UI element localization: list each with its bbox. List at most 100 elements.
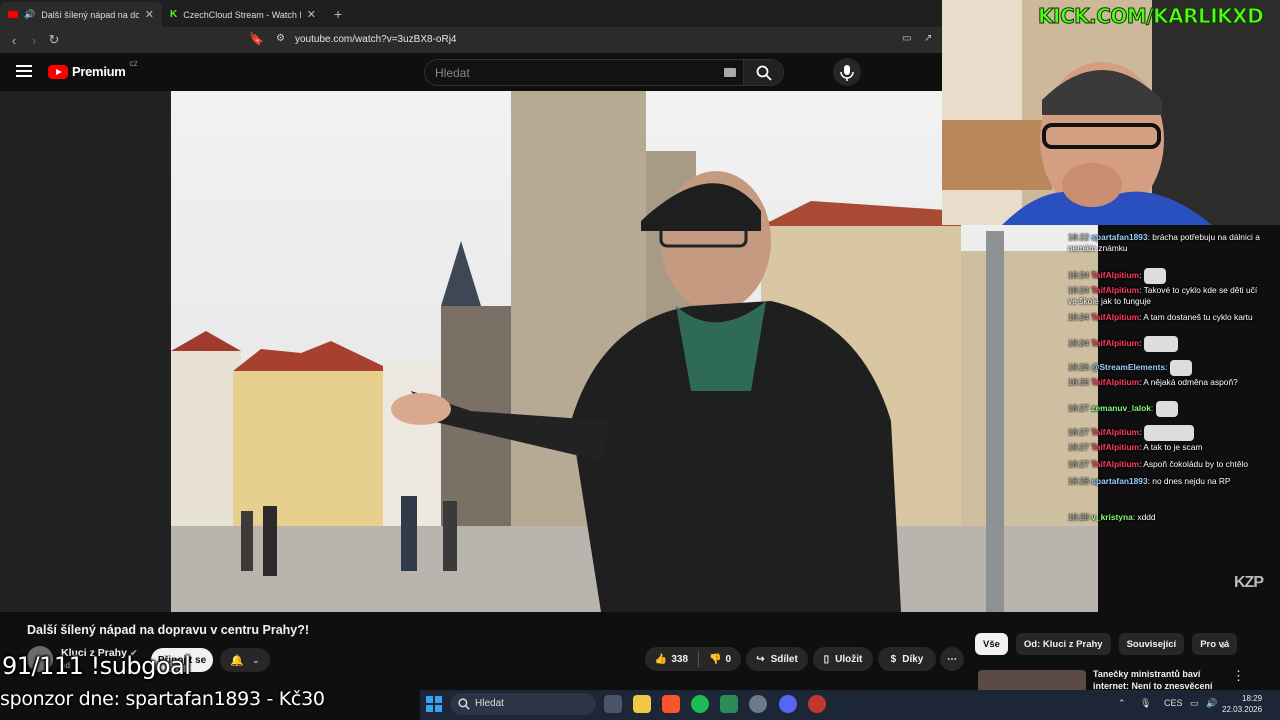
keyboard-icon[interactable] [724,68,736,77]
back-icon[interactable]: ‹ [4,33,24,48]
file-explorer-icon[interactable] [633,695,651,713]
thanks-icon: $ [890,653,897,665]
chat-message: 18:24 TaifAlpitium: Takové to cyklo kde … [1068,285,1258,306]
video-title: Další šílený nápad na dopravu v centru P… [27,623,310,637]
chat-message: 18:26 TaifAlpitium: A nějaká odměna aspo… [1068,377,1238,387]
network-icon[interactable]: ▭ [1190,698,1199,709]
recommended-title[interactable]: Tanečky ministrantů baví internet: Není … [1093,668,1233,690]
youtube-logo[interactable]: Premium CZ [48,61,138,79]
share-button[interactable]: ↪ Sdílet [746,647,808,671]
dislike-count: 0 [725,653,732,665]
bookmark-icon[interactable]: 🔖 [249,32,264,46]
search-icon [458,698,470,710]
logo-region: CZ [129,61,138,68]
tab-youtube[interactable]: 🔊 Další šílený nápad na doprav ✕ [0,2,162,27]
chip-for-you[interactable]: Pro vá [1192,633,1238,655]
clock-time: 18:29 [1242,694,1263,703]
forward-icon[interactable]: › [24,33,44,48]
chat-message: 18:24 TaifAlpitium: [1068,336,1268,352]
taskbar-clock[interactable]: 18:29 22.03.2026 [1222,693,1262,715]
chip-channel[interactable]: Od: Kluci z Prahy [1015,633,1111,655]
reload-icon[interactable]: ↻ [44,32,64,48]
cast-icon[interactable]: ▭ [902,33,911,44]
chip-related[interactable]: Související [1118,633,1185,655]
like-count: 338 [671,653,689,665]
youtube-favicon-icon [8,11,18,18]
voice-search-button[interactable] [833,58,861,86]
discord-icon[interactable] [779,695,797,713]
more-actions-button[interactable]: ⋯ [940,647,964,671]
steam-icon[interactable] [837,695,855,713]
search-input[interactable]: Hledat [435,66,470,80]
tab-title: CzechCloud Stream - Watch Live on [183,9,301,20]
menu-icon[interactable] [16,65,32,80]
tab-title: Další šílený nápad na doprav [41,9,139,20]
thanks-label: Díky [902,653,924,665]
spotify-icon[interactable] [691,695,709,713]
volume-icon[interactable]: 🔊 [1206,698,1217,709]
chat-message: 18:28 spartafan1893: no dnes nejdu na RP [1068,476,1231,486]
brave-browser-icon[interactable] [662,695,680,713]
streamer-webcam [942,0,1280,225]
save-label: Uložit [835,653,863,665]
microphone-icon[interactable]: 🎙 [1140,698,1151,709]
search-button[interactable] [743,60,783,85]
chat-message: 18:27 zemanuv_lalok: [1068,401,1268,417]
channel-watermark: KZP [1234,574,1264,591]
thanks-button[interactable]: $ Díky [878,647,936,671]
taskbar-search-input[interactable]: Hledat [475,698,504,709]
chip-all[interactable]: Vše [975,633,1008,655]
address-bar-row: ‹ › ↻ 🔖 ⚙ youtube.com/watch?v=3uzBX8-oRj… [0,27,942,53]
bell-icon: 🔔 [230,654,245,667]
dislike-button[interactable]: 👎 0 [709,654,731,665]
chat-emote [1143,336,1178,352]
task-view-icon[interactable] [604,695,622,713]
related-filter-chips: Vše Od: Kluci z Prahy Související Pro vá [975,633,1238,655]
recommended-thumbnail[interactable] [978,670,1086,692]
more-icon: ⋯ [947,653,957,665]
search-icon [756,65,772,81]
close-tab-icon[interactable]: ✕ [145,8,154,21]
windows-start-icon[interactable] [426,696,442,712]
chevron-right-icon[interactable]: › [1221,636,1226,652]
kick-url-overlay: KICK.COM/KARLIKXD [1037,4,1264,29]
close-tab-icon[interactable]: ✕ [307,8,316,21]
microphone-icon [840,65,854,81]
browser-tab-strip: 🔊 Další šílený nápad na doprav ✕ K Czech… [0,0,942,27]
url-field[interactable]: youtube.com/watch?v=3uzBX8-oRj4 [295,34,456,45]
language-indicator[interactable]: CES [1164,698,1183,708]
chat-message: 18:27 TaifAlpitium: A tak to je scam [1068,442,1203,452]
youtube-play-icon [48,64,68,79]
tray-overflow-icon[interactable]: ⌃ [1118,698,1126,709]
chat-message: 18:24 TaifAlpitium: A tam dostaneš tu cy… [1068,312,1253,322]
chat-emote [1169,360,1192,376]
more-vert-icon[interactable]: ⋮ [1232,668,1245,684]
chat-message: 18:27 TaifAlpitium: [1068,425,1268,441]
like-button[interactable]: 👍 338 [655,654,688,665]
chat-emote [1143,268,1166,284]
chat-message: 18:28 v_kristyna: xddd [1068,512,1156,522]
save-button[interactable]: ▯ Uložit [813,647,873,671]
taskbar-search[interactable]: Hledat [450,693,596,715]
search-box[interactable]: Hledat [424,59,784,86]
youtube-header: Premium CZ Hledat [0,53,942,91]
sponsor-overlay: sponzor dne: spartafan1893 - Kč30 [0,688,325,710]
app-icon[interactable] [749,695,767,713]
site-info-icon[interactable]: ⚙ [276,33,285,44]
stream-chat: 18:22 spartafan1893: brácha potřebuju na… [1062,228,1272,538]
thumbs-up-icon: 👍 [654,653,668,665]
new-tab-button[interactable]: + [324,6,352,27]
thumbs-down-icon: 👎 [709,653,722,665]
share-page-icon[interactable]: ↗ [924,33,932,44]
subgoal-overlay: 91/111 !subgoal [2,652,191,680]
app-icon[interactable] [720,695,738,713]
app-icon[interactable] [808,695,826,713]
speaker-icon: 🔊 [24,9,36,19]
bookmark-icon: ▯ [823,653,830,665]
tab-kick[interactable]: K CzechCloud Stream - Watch Live on ✕ [162,2,324,27]
clock-date: 22.03.2026 [1222,705,1263,714]
chat-emote [1155,401,1178,417]
notifications-button[interactable]: 🔔 ⌄ [220,648,270,672]
chat-message: 18:26 @StreamElements: [1068,360,1268,376]
chat-emote [1143,425,1194,441]
